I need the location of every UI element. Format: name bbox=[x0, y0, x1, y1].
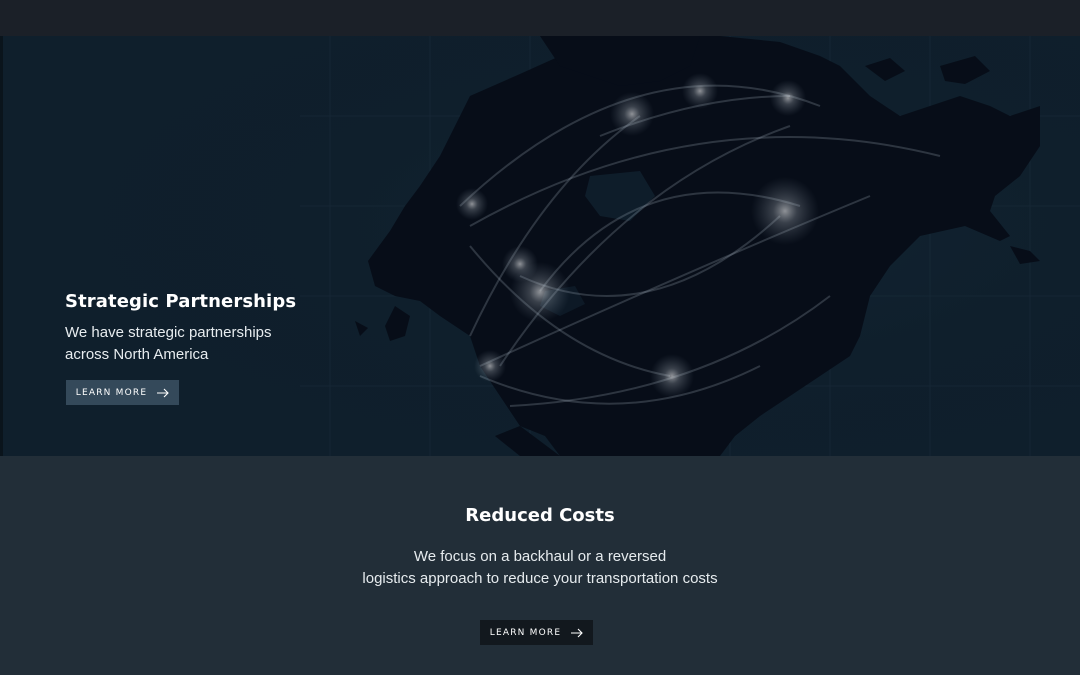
top-bar bbox=[0, 0, 1080, 36]
reduced-costs-description-line-1: We focus on a backhaul or a reversed bbox=[413, 548, 667, 565]
reduced-costs-learn-more-label: LEARN MORE bbox=[489, 627, 562, 638]
reduced-costs-description-line-2: logistics approach to reduce your transp… bbox=[362, 570, 718, 587]
reduced-costs-learn-more-button[interactable]: LEARN MORE bbox=[480, 620, 593, 645]
reduced-costs-description: We focus on a backhaul or a reversed log… bbox=[290, 546, 790, 590]
hero-description-line-1: We have strategic partnerships bbox=[65, 324, 272, 341]
hero-left-edge bbox=[0, 36, 3, 456]
hero-learn-more-label: LEARN MORE bbox=[75, 387, 148, 398]
strategic-partnerships-section: Strategic Partnerships We have strategic… bbox=[0, 36, 1080, 456]
arrow-right-icon bbox=[157, 388, 170, 397]
reduced-costs-title: Reduced Costs bbox=[465, 505, 615, 526]
hero-description-line-2: across North America bbox=[65, 346, 209, 363]
arrow-right-icon bbox=[571, 628, 584, 637]
reduced-costs-section: Reduced Costs We focus on a backhaul or … bbox=[0, 456, 1080, 675]
hero-learn-more-button[interactable]: LEARN MORE bbox=[66, 380, 179, 405]
hero-description: We have strategic partnerships across No… bbox=[65, 322, 325, 366]
hero-title: Strategic Partnerships bbox=[65, 291, 297, 312]
